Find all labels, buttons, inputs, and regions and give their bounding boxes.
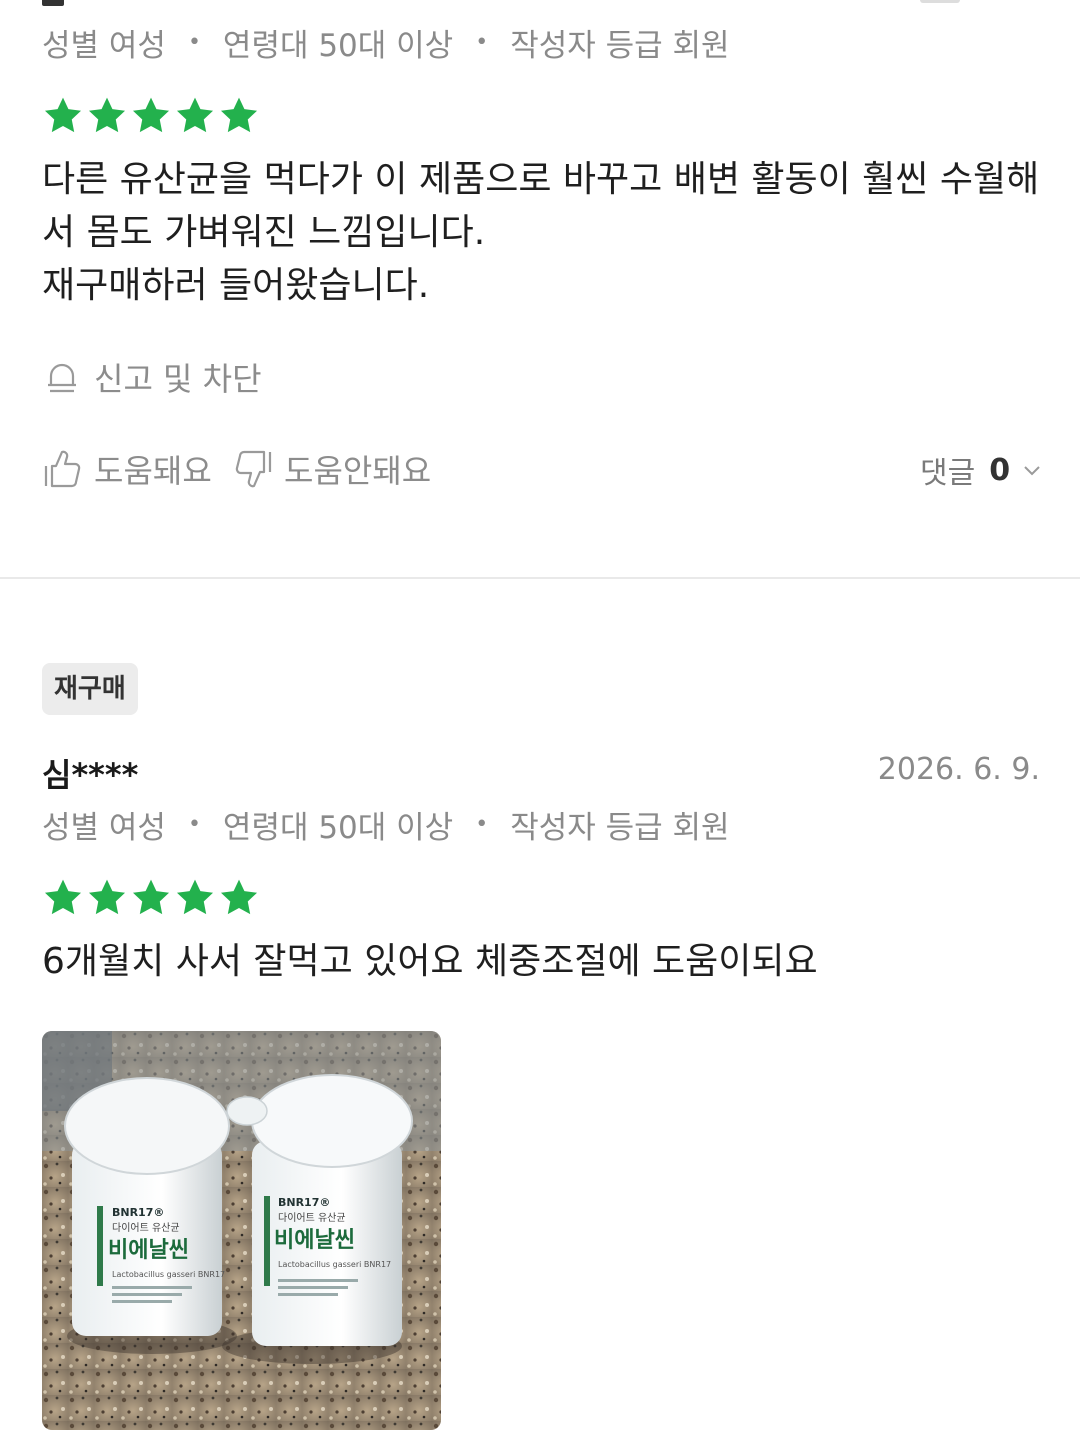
left-bottle-name: 비에날씬 (108, 1238, 189, 1263)
meta-separator: • (475, 30, 489, 55)
review-text-line: 서 몸도 가벼워진 느낌입니다. (42, 212, 486, 253)
review-photo-image: BNR17® 다이어트 유산균 비에날씬 Lactobacillus gasse… (42, 1031, 441, 1430)
meta-gender: 성별 여성 (42, 810, 166, 846)
not-helpful-button[interactable]: 도움안돼요 (232, 446, 431, 492)
star-icon (220, 97, 258, 133)
star-icon (132, 879, 170, 915)
right-bottle-latin: Lactobacillus gasseri BNR17 (278, 1260, 391, 1269)
helpful-label: 도움돼요 (94, 452, 212, 490)
left-bottle-subtitle: 다이어트 유산균 (112, 1222, 180, 1234)
thumbs-up-icon (44, 450, 81, 488)
previous-author-clipped (42, 0, 64, 6)
star-icon (44, 97, 82, 133)
meta-separator: • (475, 812, 489, 837)
report-block-button[interactable]: 신고 및 차단 (42, 354, 262, 400)
star-icon (132, 97, 170, 133)
star-icon (220, 879, 258, 915)
thumbs-down-icon (235, 450, 272, 488)
left-bottle-latin: Lactobacillus gasseri BNR17 (112, 1270, 225, 1279)
star-icon (44, 879, 82, 915)
star-icon (176, 97, 214, 133)
comments-label: 댓글 (920, 456, 976, 491)
report-label: 신고 및 차단 (94, 360, 262, 398)
right-bottle-name: 비에날씬 (274, 1228, 355, 1253)
meta-age: 연령대 50대 이상 (222, 810, 454, 846)
right-bottle-brand: BNR17® (278, 1196, 330, 1209)
review2-author: 심**** (42, 756, 139, 794)
chevron-down-icon (1024, 466, 1040, 476)
meta-gender: 성별 여성 (42, 28, 166, 64)
review-divider (0, 577, 1080, 579)
meta-grade: 작성자 등급 회원 (510, 28, 730, 64)
star-icon (88, 879, 126, 915)
bell-icon (48, 363, 76, 393)
comments-toggle[interactable]: 댓글 0 (920, 448, 1044, 492)
review-text-line: 재구매하러 들어왔습니다. (42, 265, 430, 306)
star-icon (176, 879, 214, 915)
review2-author-meta: 성별 여성 • 연령대 50대 이상 • 작성자 등급 회원 (42, 802, 730, 847)
review-text-line: 다른 유산균을 먹다가 이 제품으로 바꾸고 배변 활동이 훨씬 수월해 (42, 159, 1040, 200)
meta-separator: • (187, 812, 201, 837)
helpful-button[interactable]: 도움돼요 (42, 446, 212, 492)
previous-date-clipped (920, 0, 960, 3)
comments-count: 0 (989, 452, 1011, 488)
star-icon (88, 97, 126, 133)
review2-star-rating (42, 877, 260, 919)
review2-date: 2026. 6. 9. (877, 752, 1040, 787)
review2-text: 6개월치 사서 잘먹고 있어요 체중조절에 도움이되요 (42, 941, 818, 982)
repurchase-badge: 재구매 (42, 663, 138, 715)
left-bottle-brand: BNR17® (112, 1206, 164, 1219)
review1-author-meta: 성별 여성 • 연령대 50대 이상 • 작성자 등급 회원 (42, 20, 730, 65)
right-bottle-subtitle: 다이어트 유산균 (278, 1212, 346, 1224)
review1-text: 다른 유산균을 먹다가 이 제품으로 바꾸고 배변 활동이 훨씬 수월해 서 몸… (42, 153, 1039, 312)
review1-star-rating (42, 95, 260, 137)
meta-grade: 작성자 등급 회원 (510, 810, 730, 846)
not-helpful-label: 도움안돼요 (284, 452, 432, 490)
meta-separator: • (187, 30, 201, 55)
review-photo[interactable]: BNR17® 다이어트 유산균 비에날씬 Lactobacillus gasse… (42, 1031, 441, 1430)
meta-age: 연령대 50대 이상 (222, 28, 454, 64)
